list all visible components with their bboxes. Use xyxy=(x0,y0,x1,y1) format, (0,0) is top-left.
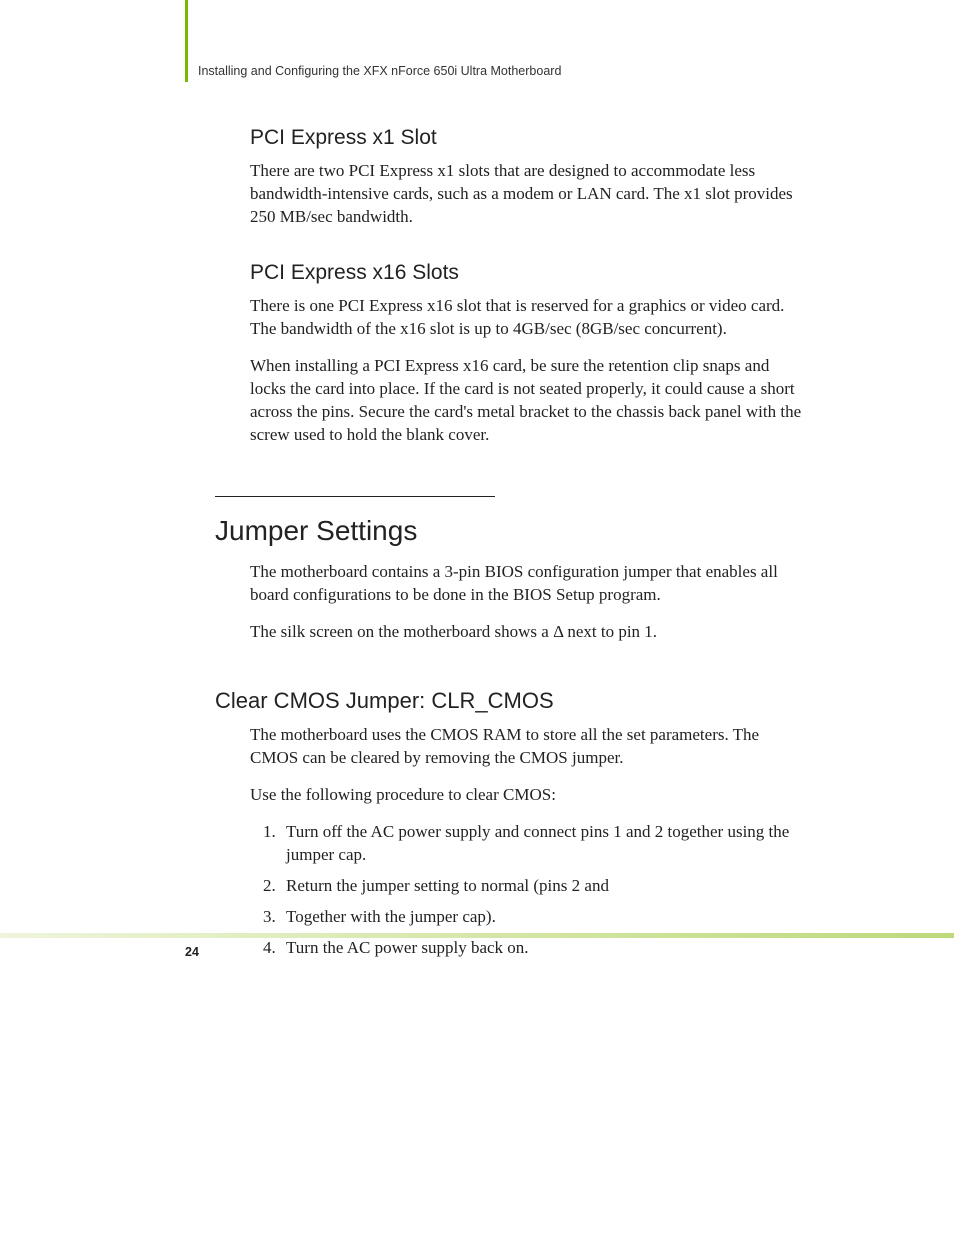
running-header: Installing and Configuring the XFX nForc… xyxy=(198,64,804,78)
list-item: Turn off the AC power supply and connect… xyxy=(280,821,804,867)
list-item: Return the jumper setting to normal (pin… xyxy=(280,875,804,898)
section-pci-x1: PCI Express x1 Slot There are two PCI Ex… xyxy=(250,126,804,229)
paragraph: There are two PCI Express x1 slots that … xyxy=(250,160,804,229)
heading-jumper-settings: Jumper Settings xyxy=(215,515,804,547)
paragraph: The motherboard contains a 3-pin BIOS co… xyxy=(250,561,804,607)
section-pci-x16: PCI Express x16 Slots There is one PCI E… xyxy=(250,261,804,447)
paragraph: The silk screen on the motherboard shows… xyxy=(250,621,804,644)
section-clear-cmos: Clear CMOS Jumper: CLR_CMOS The motherbo… xyxy=(250,688,804,960)
paragraph: When installing a PCI Express x16 card, … xyxy=(250,355,804,447)
list-item: Together with the jumper cap). xyxy=(280,906,804,929)
page-content: Installing and Configuring the XFX nForc… xyxy=(0,0,954,960)
list-item: Turn the AC power supply back on. xyxy=(280,937,804,960)
page-number: 24 xyxy=(185,945,199,959)
paragraph: There is one PCI Express x16 slot that i… xyxy=(250,295,804,341)
section-divider xyxy=(215,496,495,497)
heading-pci-x16: PCI Express x16 Slots xyxy=(250,261,804,285)
section-jumper: Jumper Settings The motherboard contains… xyxy=(250,496,804,644)
paragraph: Use the following procedure to clear CMO… xyxy=(250,784,804,807)
procedure-list: Turn off the AC power supply and connect… xyxy=(268,821,804,960)
footer-gradient-rule xyxy=(0,933,954,938)
heading-pci-x1: PCI Express x1 Slot xyxy=(250,126,804,150)
paragraph: The motherboard uses the CMOS RAM to sto… xyxy=(250,724,804,770)
heading-clear-cmos: Clear CMOS Jumper: CLR_CMOS xyxy=(215,688,804,714)
